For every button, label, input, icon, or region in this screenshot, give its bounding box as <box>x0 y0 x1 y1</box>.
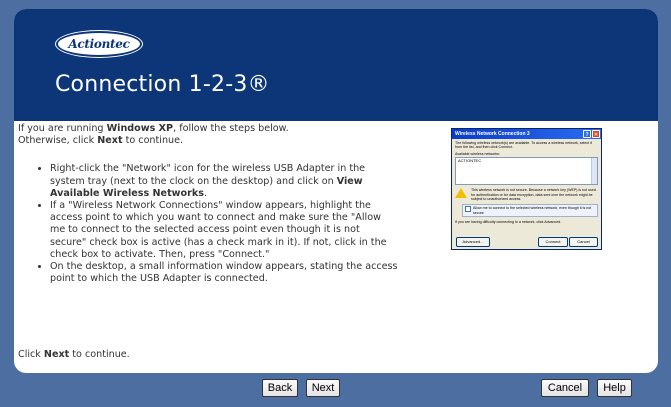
dialog-checkbox-row: Allow me to connect to the selected wire… <box>462 204 598 218</box>
dialog-help-text: If you are having difficulty connecting … <box>455 220 562 225</box>
intro-text: Otherwise, click <box>18 135 98 147</box>
step-text: . <box>203 187 207 199</box>
checkbox-icon <box>465 206 471 213</box>
dialog-description: The following wireless network(s) are av… <box>455 141 592 150</box>
intro-bold: Windows XP <box>106 123 174 134</box>
step-text: Right-click the "Network" icon for the w… <box>50 163 366 187</box>
network-item: ACTIONTEC <box>458 158 482 164</box>
logo-text: Actiontec <box>68 37 130 51</box>
footer-note: Click Next to continue. <box>18 349 130 360</box>
step-item: On the desktop, a small information wind… <box>50 261 398 285</box>
warning-icon <box>455 188 467 199</box>
help-button[interactable]: Help <box>597 379 632 397</box>
next-button[interactable]: Next <box>306 379 340 397</box>
help-icon: ? <box>583 130 591 138</box>
intro-text: If you are running <box>18 123 107 134</box>
checkbox-label: Allow me to connect to the selected wire… <box>473 206 592 215</box>
dialog-scrollbar <box>591 158 597 185</box>
dialog-advanced-button: Advanced... <box>456 237 490 247</box>
instructions: If you are running Windows XP, follow th… <box>18 123 398 285</box>
dialog-cancel-button: Cancel <box>569 237 598 247</box>
header-banner: Actiontec Connection 1-2-3® <box>14 9 658 121</box>
close-icon: ✕ <box>592 130 600 138</box>
cancel-button[interactable]: Cancel <box>541 379 589 397</box>
intro-line-1: If you are running Windows XP, follow th… <box>18 123 398 135</box>
footer-text: Click <box>18 349 44 360</box>
dialog-list-label: Available wireless networks: <box>455 151 500 156</box>
step-item: Right-click the "Network" icon for the w… <box>50 163 398 200</box>
steps-list: Right-click the "Network" icon for the w… <box>18 163 398 285</box>
dialog-connect-button: Connect <box>538 237 568 247</box>
dialog-screenshot: Wireless Network Connection 3 ? ✕ The fo… <box>451 128 602 250</box>
intro-line-2: Otherwise, click Next to continue. <box>18 135 398 147</box>
page-title: Connection 1-2-3® <box>55 72 270 97</box>
dialog-titlebar: Wireless Network Connection 3 ? ✕ <box>452 129 601 139</box>
back-button[interactable]: Back <box>262 379 298 397</box>
actiontec-logo: Actiontec <box>56 31 142 57</box>
footer-bold: Next <box>43 349 70 360</box>
footer-text: to continue. <box>69 349 130 360</box>
intro-bold: Next <box>97 135 123 147</box>
dialog-warning: This wireless network is not secure. Bec… <box>455 188 598 201</box>
network-list: ACTIONTEC <box>455 157 598 186</box>
step-item: If a "Wireless Network Connections" wind… <box>50 200 398 261</box>
dialog-title: Wireless Network Connection 3 <box>455 131 530 137</box>
intro-text: , follow the steps below. <box>173 123 289 134</box>
intro-text: to continue. <box>122 135 184 147</box>
warning-text: This wireless network is not secure. Bec… <box>471 188 596 202</box>
